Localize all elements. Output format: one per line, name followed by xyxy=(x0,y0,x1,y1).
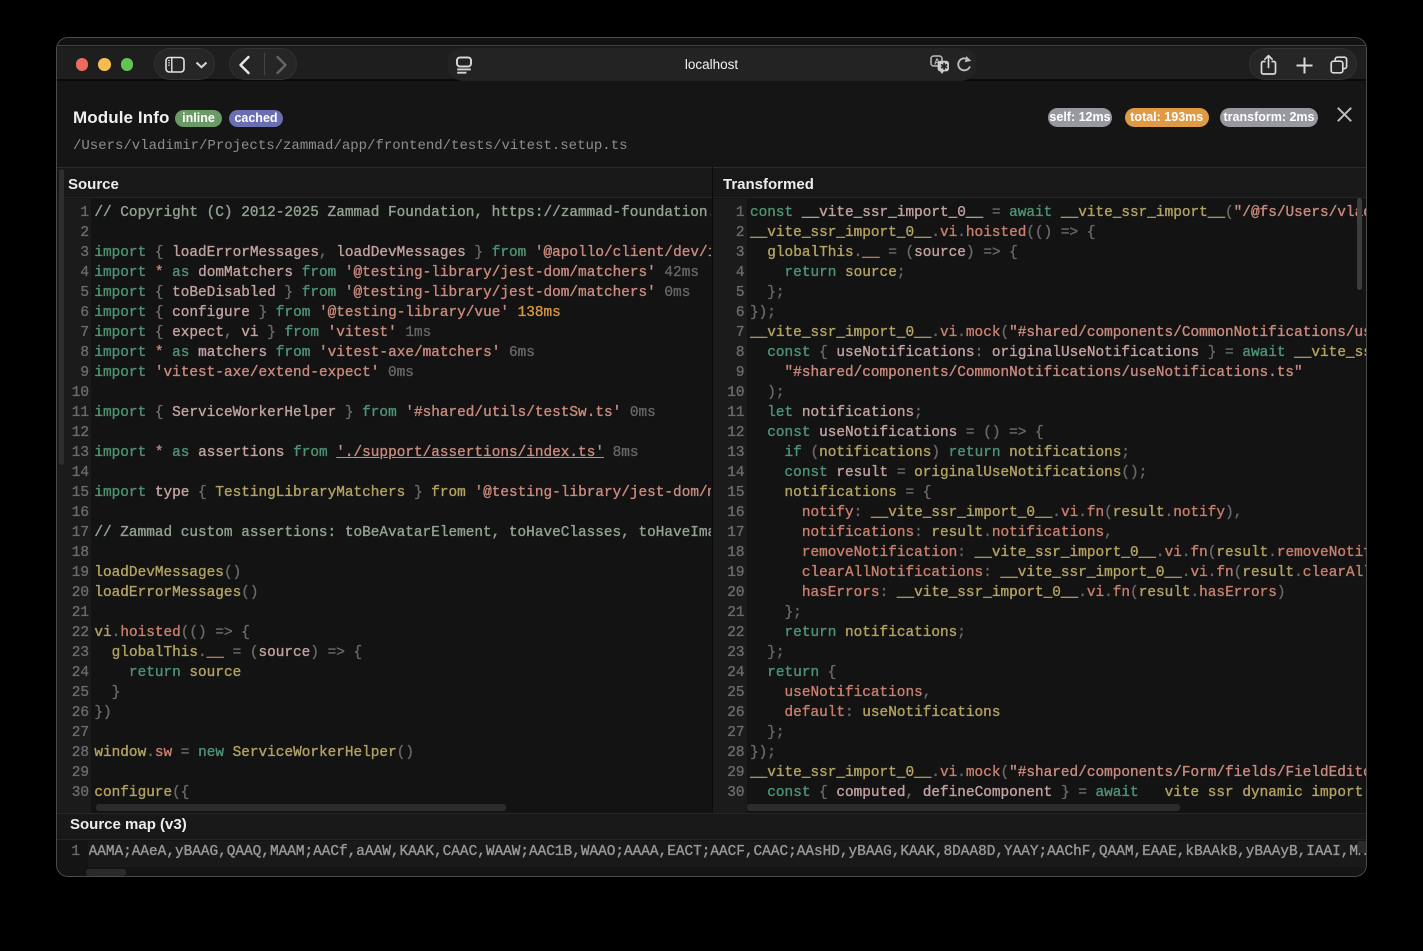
svg-text:✱: ✱ xyxy=(940,61,948,71)
